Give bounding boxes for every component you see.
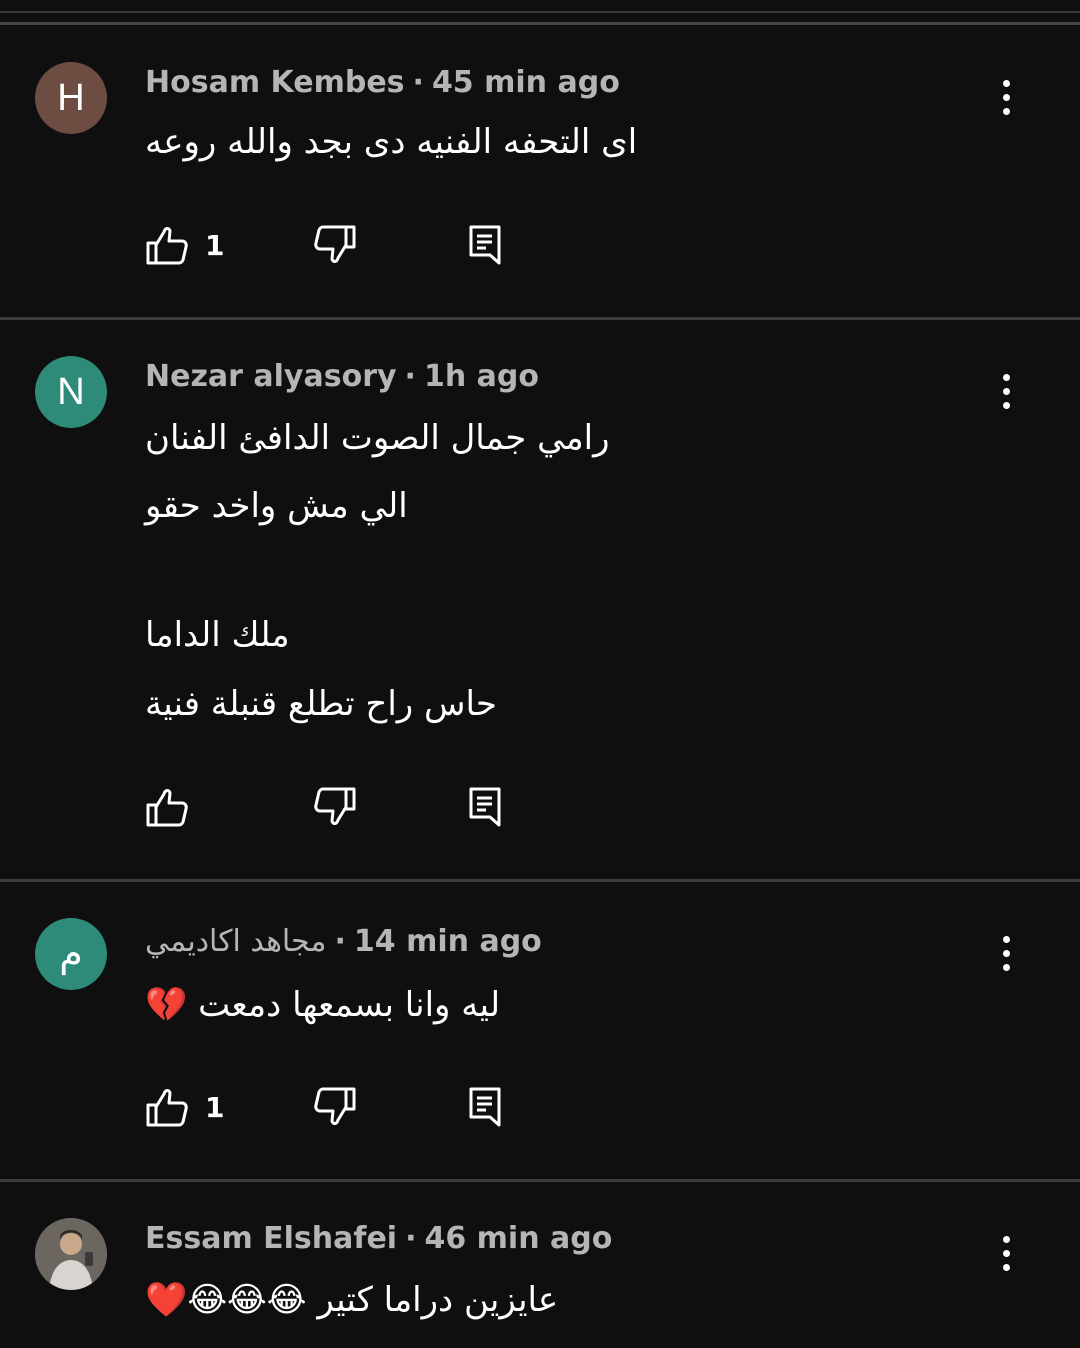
- avatar[interactable]: م: [35, 918, 107, 990]
- comment-text-line: الي مش واخد حقو: [145, 486, 408, 526]
- comment-text: ليه وانا بسمعها دمعت 💔: [145, 985, 501, 1025]
- dislike-button[interactable]: [313, 784, 357, 830]
- meta-separator: ·: [334, 924, 346, 959]
- comment-time: 45 min ago: [431, 65, 620, 100]
- comment-text-line: حاس راح تطلع قنبلة فنية: [145, 684, 497, 724]
- author-name[interactable]: Nezar alyasory: [145, 359, 397, 394]
- reply-button[interactable]: [468, 222, 502, 268]
- thumbs-up-icon: [146, 1089, 188, 1127]
- thumbs-down-icon: [314, 1087, 356, 1125]
- comment-item: Essam Elshafei · 46 min ago عايزين دراما ك…: [0, 1182, 1080, 1348]
- reply-comment-icon: [469, 787, 501, 827]
- dislike-button[interactable]: [313, 1084, 357, 1130]
- comment-meta: Nezar alyasory · 1h ago: [145, 359, 539, 394]
- comment-meta: مجاهد اكاديمي · 14 min ago: [145, 924, 542, 959]
- like-button[interactable]: 1: [145, 1084, 224, 1130]
- comment-text: اى التحفه الفنيه دى بجد والله روعه: [145, 122, 638, 162]
- comment-time: 1h ago: [423, 359, 539, 394]
- like-button[interactable]: 1: [145, 222, 224, 268]
- author-name[interactable]: Hosam Kembes: [145, 65, 405, 100]
- thumbs-down-icon: [314, 225, 356, 263]
- reply-button[interactable]: [468, 784, 502, 830]
- profile-photo: [35, 1218, 107, 1290]
- comment-meta: Essam Elshafei · 46 min ago: [145, 1221, 612, 1256]
- more-vert-icon[interactable]: [985, 1230, 1029, 1280]
- author-name[interactable]: مجاهد اكاديمي: [145, 924, 327, 959]
- reply-comment-icon: [469, 225, 501, 265]
- meta-separator: ·: [412, 65, 424, 100]
- avatar[interactable]: H: [35, 62, 107, 134]
- comment-item: N Nezar alyasory · 1h ago رامي جمال الصوت …: [0, 320, 1080, 882]
- comment-item: H Hosam Kembes · 45 min ago اى التحفه الفن…: [0, 25, 1080, 320]
- avatar[interactable]: [35, 1218, 107, 1290]
- comment-time: 46 min ago: [424, 1221, 613, 1256]
- meta-separator: ·: [405, 1221, 417, 1256]
- comment-text-line: رامي جمال الصوت الدافئ الفنان: [145, 418, 610, 458]
- comment-meta: Hosam Kembes · 45 min ago: [145, 65, 620, 100]
- thumbs-down-icon: [314, 787, 356, 825]
- like-count: 1: [205, 1090, 225, 1124]
- reply-button[interactable]: [468, 1084, 502, 1130]
- top-divider: [0, 11, 1080, 13]
- more-vert-icon[interactable]: [985, 74, 1029, 124]
- more-vert-icon[interactable]: [985, 368, 1029, 418]
- comment-item: م مجاهد اكاديمي · 14 min ago ليه وانا بسمع…: [0, 882, 1080, 1182]
- dislike-button[interactable]: [313, 222, 357, 268]
- like-count: 1: [205, 228, 225, 262]
- like-button[interactable]: [145, 784, 205, 830]
- comment-time: 14 min ago: [353, 924, 542, 959]
- thumbs-up-icon: [146, 789, 188, 827]
- avatar[interactable]: N: [35, 356, 107, 428]
- comment-text-line: ملك الداما: [145, 615, 290, 655]
- reply-comment-icon: [469, 1087, 501, 1127]
- comment-text: عايزين دراما كتير 😂😂😂❤️: [145, 1280, 559, 1320]
- meta-separator: ·: [404, 359, 416, 394]
- more-vert-icon[interactable]: [985, 930, 1029, 980]
- author-name[interactable]: Essam Elshafei: [145, 1221, 397, 1256]
- thumbs-up-icon: [146, 227, 188, 265]
